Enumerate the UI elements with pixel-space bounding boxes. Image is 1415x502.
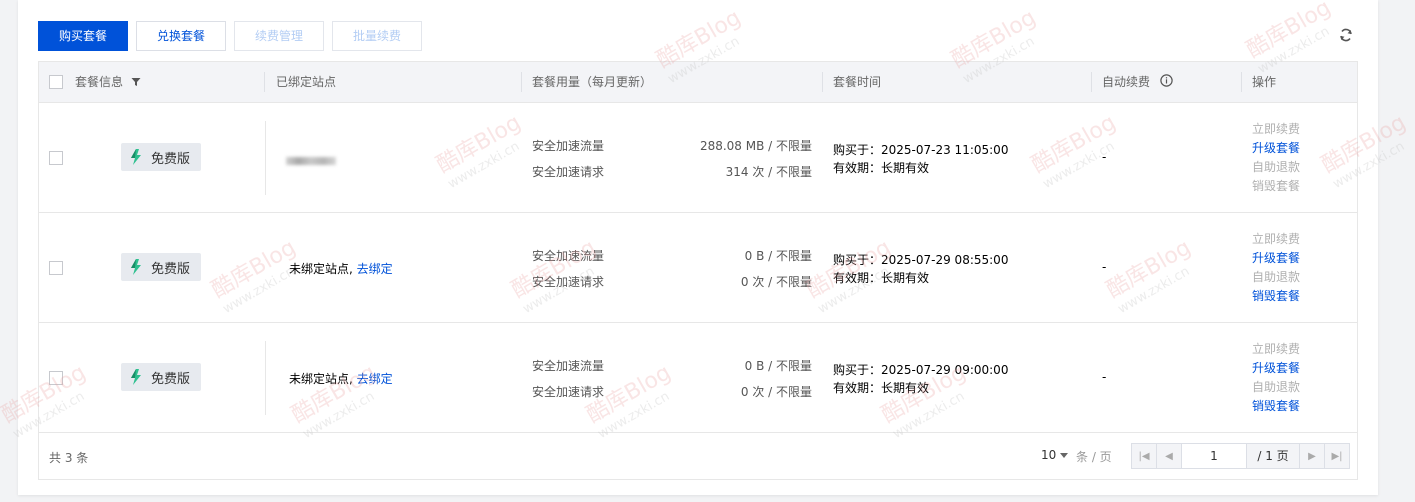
site-name-blurred xyxy=(286,157,336,165)
lightning-leaf-icon xyxy=(131,149,141,165)
renew-now-action[interactable]: 立即续费 xyxy=(1252,230,1300,249)
lightning-leaf-icon xyxy=(131,259,141,275)
destroy-action[interactable]: 销毁套餐 xyxy=(1252,177,1300,196)
header-bound-site: 已绑定站点 xyxy=(276,75,337,89)
requests-label: 安全加速请求 xyxy=(532,385,605,399)
refund-action[interactable]: 自助退款 xyxy=(1252,268,1300,287)
auto-renew-value: - xyxy=(1102,150,1107,164)
traffic-label: 安全加速流量 xyxy=(532,359,605,373)
select-all-checkbox[interactable] xyxy=(49,75,63,89)
bind-site-link[interactable]: 去绑定 xyxy=(357,262,393,276)
plan-badge: 免费版 xyxy=(121,253,201,281)
validity: 有效期：长期有效 xyxy=(833,161,930,175)
toolbar: 购买套餐 兑换套餐 续费管理 批量续费 xyxy=(38,21,423,51)
batch-renew-button[interactable]: 批量续费 xyxy=(332,21,423,51)
row-checkbox[interactable] xyxy=(49,371,63,385)
validity: 有效期：长期有效 xyxy=(833,271,930,285)
requests-label: 安全加速请求 xyxy=(532,275,605,289)
header-time: 套餐时间 xyxy=(833,75,882,89)
filter-icon[interactable] xyxy=(131,63,141,103)
requests-label: 安全加速请求 xyxy=(532,165,605,179)
requests-value: 0 次 / 不限量 xyxy=(740,385,812,399)
traffic-label: 安全加速流量 xyxy=(532,249,605,263)
traffic-value: 0 B / 不限量 xyxy=(744,359,812,373)
purchase-time: 购买于：2025-07-29 09:00:00 xyxy=(833,363,1009,377)
bind-site-link[interactable]: 去绑定 xyxy=(357,372,393,386)
first-page-icon[interactable]: |◀ xyxy=(1132,444,1157,468)
purchase-time: 购买于：2025-07-29 08:55:00 xyxy=(833,253,1009,267)
header-usage: 套餐用量（每月更新） xyxy=(532,75,653,89)
page-input[interactable]: 1 xyxy=(1182,444,1247,468)
row-checkbox[interactable] xyxy=(49,151,63,165)
requests-value: 314 次 / 不限量 xyxy=(725,165,812,179)
header-package-info: 套餐信息 xyxy=(75,62,141,102)
total-count: 共 3 条 xyxy=(49,451,89,465)
package-table: 套餐信息 已绑定站点 套餐用量（每月更新） 套餐时间 自动续费 操作 免费版 安… xyxy=(38,61,1358,480)
site-cell: 未绑定站点, 去绑定 xyxy=(289,262,393,276)
destroy-action[interactable]: 销毁套餐 xyxy=(1252,397,1300,416)
chevron-down-icon xyxy=(1060,453,1069,458)
traffic-value: 288.08 MB / 不限量 xyxy=(699,139,812,153)
row-actions: 立即续费 升级套餐 自助退款 销毁套餐 xyxy=(1252,230,1300,306)
lightning-leaf-icon xyxy=(131,369,141,385)
table-row: 免费版 安全加速流量 288.08 MB / 不限量 安全加速请求 314 次 … xyxy=(39,103,1357,213)
row-checkbox[interactable] xyxy=(49,261,63,275)
page-size-select[interactable]: 10 xyxy=(1041,448,1069,462)
upgrade-action[interactable]: 升级套餐 xyxy=(1252,139,1300,158)
renew-manage-button[interactable]: 续费管理 xyxy=(234,21,325,51)
plan-badge: 免费版 xyxy=(121,143,201,171)
row-actions: 立即续费 升级套餐 自助退款 销毁套餐 xyxy=(1252,120,1300,196)
renew-now-action[interactable]: 立即续费 xyxy=(1252,120,1300,139)
package-list-card: 购买套餐 兑换套餐 续费管理 批量续费 套餐信息 已绑定站点 套餐用量（每月更新… xyxy=(18,0,1378,495)
refund-action[interactable]: 自助退款 xyxy=(1252,158,1300,177)
destroy-action[interactable]: 销毁套餐 xyxy=(1252,287,1300,306)
plan-badge: 免费版 xyxy=(121,363,201,391)
per-page-label: 条 / 页 xyxy=(1076,450,1112,464)
header-auto-renew: 自动续费 xyxy=(1102,62,1173,102)
table-row: 免费版 未绑定站点, 去绑定 安全加速流量 0 B / 不限量 安全加速请求 0… xyxy=(39,323,1357,433)
buy-package-button[interactable]: 购买套餐 xyxy=(38,21,129,51)
header-actions: 操作 xyxy=(1252,75,1277,89)
table-footer: 共 3 条 10 条 / 页 |◀ ◀ 1 / 1 页 ▶ ▶| xyxy=(39,433,1357,479)
pagination: |◀ ◀ 1 / 1 页 ▶ ▶| xyxy=(1131,443,1350,469)
traffic-label: 安全加速流量 xyxy=(532,139,605,153)
upgrade-action[interactable]: 升级套餐 xyxy=(1252,249,1300,268)
auto-renew-value: - xyxy=(1102,260,1107,274)
prev-page-icon[interactable]: ◀ xyxy=(1157,444,1182,468)
validity: 有效期：长期有效 xyxy=(833,381,930,395)
purchase-time: 购买于：2025-07-23 11:05:00 xyxy=(833,143,1009,157)
site-cell: 未绑定站点, 去绑定 xyxy=(289,372,393,386)
total-pages: / 1 页 xyxy=(1247,444,1299,468)
table-row: 免费版 未绑定站点, 去绑定 安全加速流量 0 B / 不限量 安全加速请求 0… xyxy=(39,213,1357,323)
refresh-icon[interactable] xyxy=(1338,27,1354,43)
table-header: 套餐信息 已绑定站点 套餐用量（每月更新） 套餐时间 自动续费 操作 xyxy=(39,62,1357,103)
exchange-package-button[interactable]: 兑换套餐 xyxy=(136,21,227,51)
info-circle-icon[interactable] xyxy=(1160,63,1173,103)
last-page-icon[interactable]: ▶| xyxy=(1324,444,1349,468)
refund-action[interactable]: 自助退款 xyxy=(1252,378,1300,397)
auto-renew-value: - xyxy=(1102,370,1107,384)
row-actions: 立即续费 升级套餐 自助退款 销毁套餐 xyxy=(1252,340,1300,416)
next-page-icon[interactable]: ▶ xyxy=(1299,444,1324,468)
requests-value: 0 次 / 不限量 xyxy=(740,275,812,289)
upgrade-action[interactable]: 升级套餐 xyxy=(1252,359,1300,378)
traffic-value: 0 B / 不限量 xyxy=(744,249,812,263)
renew-now-action[interactable]: 立即续费 xyxy=(1252,340,1300,359)
